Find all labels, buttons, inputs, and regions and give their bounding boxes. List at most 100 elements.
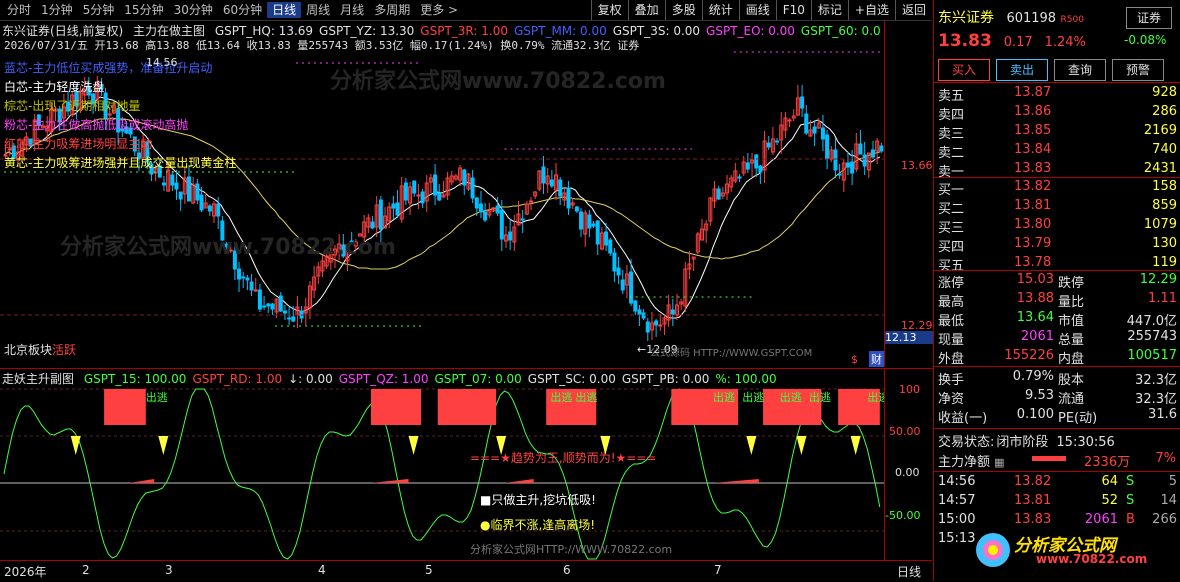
toolbar-button[interactable]: +自选: [847, 0, 895, 20]
candle: [291, 316, 296, 322]
book-row[interactable]: 买一 13.82 158: [934, 179, 1180, 198]
stat-label: 总量: [1058, 333, 1085, 348]
book-label: 买一: [938, 183, 965, 198]
period-tab[interactable]: 周线: [301, 2, 335, 18]
chart-icon[interactable]: ▦: [994, 456, 1004, 469]
signal-block: [371, 389, 422, 425]
main-price-axis[interactable]: 13.66 12.29 12.13 $ 财: [851, 21, 933, 367]
period-tab[interactable]: 更多 >: [415, 2, 463, 18]
period-tab[interactable]: 日线: [267, 2, 302, 18]
toolbar-button[interactable]: 叠加: [627, 0, 665, 20]
candle: [541, 166, 546, 184]
candle: [658, 324, 663, 327]
net-inflow[interactable]: 主力净额 ▦ 2336万 7%: [938, 451, 1178, 470]
escape-label: 出逃: [780, 390, 802, 404]
alert-button[interactable]: 预警: [1112, 59, 1164, 81]
tick-side: B: [1126, 512, 1135, 527]
signal-legend: 粉芯-主力在做高抛低吸或滚动高抛: [4, 118, 189, 132]
candle: [787, 119, 792, 122]
date-axis: 2026年 2 3 4 5 6 7 日线: [0, 560, 932, 582]
indicator-param: GSPT_MM: 0.00: [513, 24, 607, 38]
sell-button[interactable]: 卖出: [996, 59, 1048, 81]
indicator-param: GSPT_3S: 0.00: [612, 24, 701, 38]
sub-canvas[interactable]: 出逃 出逃 出逃 出逃 出逃 出逃 出逃 出逃: [0, 369, 889, 561]
candle: [633, 300, 638, 312]
candle: [483, 211, 488, 221]
candle: [528, 200, 533, 203]
tick-volume: 64: [1101, 474, 1118, 489]
dollar-tag[interactable]: $: [851, 353, 858, 366]
period-tab[interactable]: 30分钟: [169, 2, 218, 18]
candle: [499, 209, 504, 240]
candle: [825, 134, 830, 160]
query-button[interactable]: 查询: [1054, 59, 1106, 81]
block-tag[interactable]: 北京板块活跃: [4, 341, 76, 358]
signal-legend: 蓝芯-主力低位买成强势，准备拉升启动: [4, 61, 213, 75]
escape-label: 出逃: [809, 390, 831, 404]
book-volume: 740: [1152, 142, 1177, 157]
book-row[interactable]: 卖五 13.87 928: [934, 85, 1180, 104]
book-row[interactable]: 卖三 13.85 2169: [934, 123, 1180, 142]
book-row[interactable]: 买三 13.80 1079: [934, 217, 1180, 236]
stat-label: 最高: [938, 295, 965, 310]
toolbar-button[interactable]: 多股: [664, 0, 702, 20]
period-tab[interactable]: 60分钟: [218, 2, 267, 18]
stat-value: 31.6: [1148, 407, 1177, 422]
date-label: 6: [563, 563, 571, 577]
candle: [637, 309, 642, 315]
escape-label: 出逃: [550, 390, 572, 404]
candle: [612, 252, 617, 272]
toolbar-button[interactable]: 复权: [590, 0, 628, 20]
indicator-name[interactable]: 主力在做主图: [133, 24, 205, 38]
candle: [403, 182, 408, 201]
candle: [462, 169, 467, 186]
period-tab[interactable]: 分时: [2, 2, 36, 18]
sector-change: -0.08%: [1124, 33, 1167, 47]
sub-axis[interactable]: 100 50.00 0.00 -50.00: [884, 368, 933, 561]
indicator-param: %: 100.00: [715, 372, 777, 386]
book-row[interactable]: 卖二 13.84 740: [934, 142, 1180, 161]
period-tab[interactable]: 5分钟: [78, 2, 120, 18]
candle: [508, 231, 513, 241]
candle: [670, 309, 675, 315]
signal-legend: 棕芯-出现了近期相对地量: [4, 99, 141, 113]
toolbar-button[interactable]: 标记: [810, 0, 848, 20]
sub-indicator-name[interactable]: 走妖主升副图: [2, 372, 74, 386]
toolbar-button[interactable]: F10: [775, 0, 811, 20]
indicator-param: GSPT_SC: 0.00: [527, 372, 616, 386]
book-price: 13.81: [1014, 198, 1052, 213]
candle: [178, 191, 183, 200]
candle: [608, 239, 613, 254]
book-row[interactable]: 买四 13.79 130: [934, 236, 1180, 255]
toolbar-button[interactable]: 画线: [738, 0, 776, 20]
sector-button[interactable]: 证券: [1126, 7, 1172, 29]
period-tab[interactable]: 15分钟: [119, 2, 168, 18]
sub-indicator-chart[interactable]: 出逃 出逃 出逃 出逃 出逃 出逃 出逃 出逃 走妖主升副图 GSPT_15: 100.00 G…: [0, 368, 889, 561]
period-tab[interactable]: 1分钟: [36, 2, 78, 18]
finance-tag[interactable]: 财: [869, 351, 884, 367]
book-volume: 928: [1152, 85, 1177, 100]
divider: [934, 177, 1180, 178]
stat-label: 收益(一): [938, 411, 988, 426]
candle: [587, 214, 592, 229]
book-row[interactable]: 买二 13.81 859: [934, 198, 1180, 217]
toolbar-button[interactable]: 统计: [701, 0, 739, 20]
candle: [591, 223, 596, 227]
candle: [266, 303, 271, 307]
main-kline-chart[interactable]: 东兴证券(日线,前复权) 主力在做主图 GSPT_HQ: 13.69 GSPT_Y…: [0, 21, 884, 366]
stat-value: 100517: [1127, 348, 1177, 363]
toolbar-button[interactable]: 返回: [894, 0, 932, 20]
buy-button[interactable]: 买入: [938, 59, 990, 81]
candle: [629, 271, 634, 304]
book-volume: 130: [1152, 236, 1177, 251]
period-tab[interactable]: 多周期: [369, 2, 415, 18]
candle: [775, 140, 780, 143]
tick-count: 14: [1160, 493, 1177, 508]
period-tabs: 分时 1分钟 5分钟 15分钟 30分钟 60分钟 日线 周线 月线 多周期 更多 >: [2, 2, 463, 18]
candle: [245, 277, 250, 281]
period-label[interactable]: 日线: [897, 563, 921, 580]
period-tab[interactable]: 月线: [335, 2, 369, 18]
date-label: 2: [82, 563, 90, 577]
candle: [716, 188, 721, 200]
book-row[interactable]: 卖四 13.86 286: [934, 104, 1180, 123]
